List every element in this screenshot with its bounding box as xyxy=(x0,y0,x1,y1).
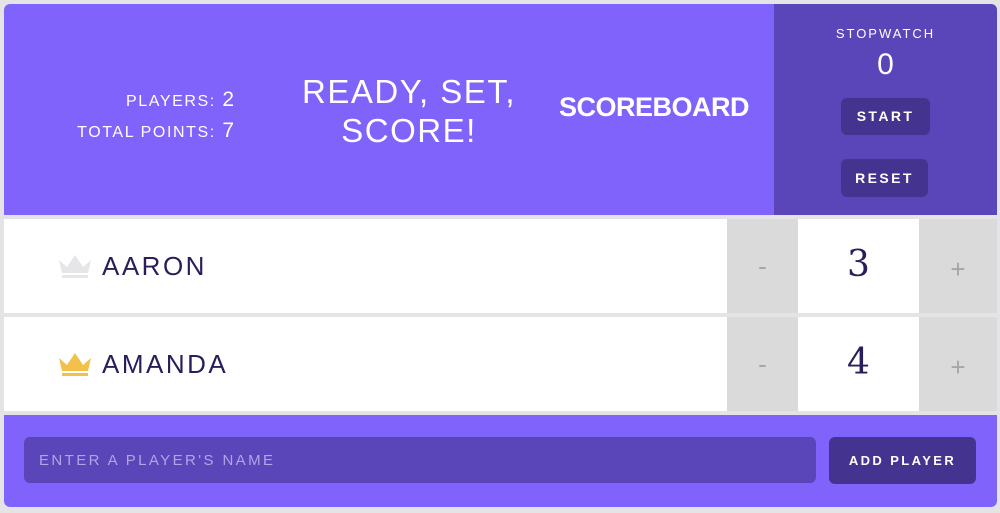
add-player-button[interactable]: ADD PLAYER xyxy=(829,437,976,484)
decrement-button[interactable]: - xyxy=(727,219,798,313)
player-score: 4 xyxy=(847,342,870,383)
scoreboard: PLAYERS: 2 TOTAL POINTS: 7 READY, SET, S… xyxy=(4,4,997,507)
points-stat: TOTAL POINTS: 7 xyxy=(4,115,235,146)
decrement-button[interactable]: - xyxy=(727,317,798,411)
header: PLAYERS: 2 TOTAL POINTS: 7 READY, SET, S… xyxy=(4,4,997,215)
stopwatch-label: STOPWATCH xyxy=(835,26,936,41)
players-stat: PLAYERS: 2 xyxy=(4,84,235,115)
player-row: AARON - 3 + xyxy=(4,219,997,313)
player-name: AARON xyxy=(102,251,207,281)
crown-icon xyxy=(59,353,91,376)
total-points-value: 7 xyxy=(222,119,235,142)
add-player-form: ADD PLAYER xyxy=(4,415,997,507)
player-row: AMANDA - 4 + xyxy=(4,317,997,411)
stats: PLAYERS: 2 TOTAL POINTS: 7 xyxy=(4,84,235,146)
players-count: 2 xyxy=(222,88,235,111)
player-name: AMANDA xyxy=(102,349,229,379)
crown-icon xyxy=(59,255,91,278)
tagline: READY, SET, SCORE! xyxy=(302,73,516,149)
increment-button[interactable]: + xyxy=(919,219,997,313)
app-title: SCOREBOARD xyxy=(559,92,750,122)
crown-icon-shape xyxy=(59,255,91,273)
crown-icon-base xyxy=(62,373,88,376)
reset-button[interactable]: RESET xyxy=(841,159,928,197)
increment-button[interactable]: + xyxy=(919,317,997,411)
start-button[interactable]: START xyxy=(841,98,930,135)
stopwatch-time: 0 xyxy=(877,48,894,81)
players-label: PLAYERS: xyxy=(125,93,216,110)
player-name-input[interactable] xyxy=(24,437,816,483)
player-score: 3 xyxy=(847,244,870,285)
total-points-label: TOTAL POINTS: xyxy=(77,124,216,141)
crown-icon-base xyxy=(62,275,88,278)
crown-icon-shape xyxy=(59,353,91,371)
